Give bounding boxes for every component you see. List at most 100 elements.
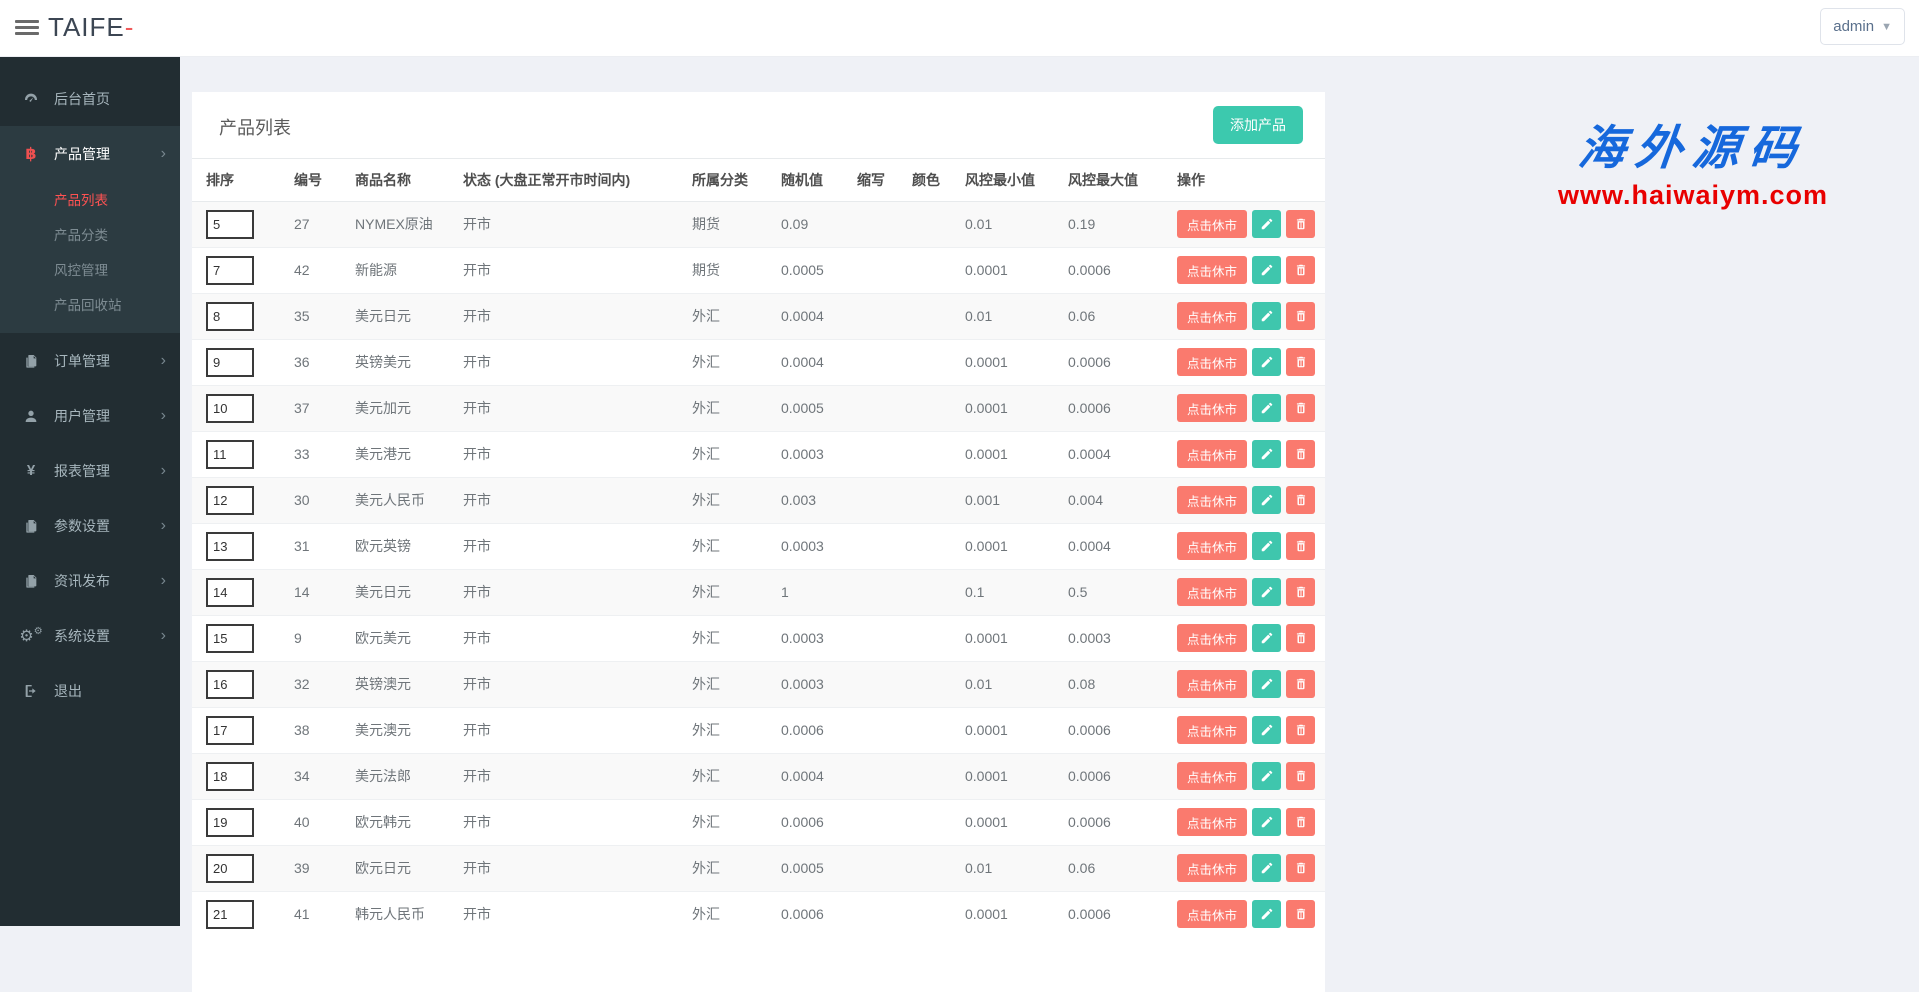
sidebar-item-2[interactable]: 订单管理› [0, 333, 180, 388]
edit-button[interactable] [1252, 762, 1281, 790]
chevron-down-icon: ▼ [1881, 21, 1892, 33]
sort-order-input[interactable] [206, 394, 254, 423]
delete-button[interactable] [1286, 578, 1315, 606]
close-market-button[interactable]: 点击休市 [1177, 486, 1247, 514]
edit-button[interactable] [1252, 624, 1281, 652]
sort-order-input[interactable] [206, 670, 254, 699]
close-market-button[interactable]: 点击休市 [1177, 302, 1247, 330]
close-market-button[interactable]: 点击休市 [1177, 900, 1247, 928]
delete-button[interactable] [1286, 348, 1315, 376]
delete-button[interactable] [1286, 808, 1315, 836]
edit-button[interactable] [1252, 210, 1281, 238]
category-text: 外汇 [692, 569, 781, 615]
sort-order-input[interactable] [206, 532, 254, 561]
sidebar-item-5[interactable]: 参数设置› [0, 498, 180, 553]
close-market-button[interactable]: 点击休市 [1177, 854, 1247, 882]
edit-button[interactable] [1252, 578, 1281, 606]
close-market-button[interactable]: 点击休市 [1177, 256, 1247, 284]
table-row: 31欧元英镑开市外汇0.00030.00010.0004点击休市 [192, 523, 1325, 569]
sort-order-input[interactable] [206, 348, 254, 377]
product-id: 36 [294, 339, 355, 385]
sort-order-input[interactable] [206, 302, 254, 331]
category-text: 外汇 [692, 661, 781, 707]
sidebar-subitem-1-0[interactable]: 产品列表 [0, 181, 180, 216]
hamburger-menu-icon[interactable] [15, 17, 39, 39]
edit-button[interactable] [1252, 486, 1281, 514]
sidebar-item-3[interactable]: 用户管理› [0, 388, 180, 443]
close-market-button[interactable]: 点击休市 [1177, 716, 1247, 744]
sidebar-item-8[interactable]: 退出 [0, 663, 180, 718]
close-market-button[interactable]: 点击休市 [1177, 762, 1247, 790]
sidebar-item-label: 资讯发布 [54, 571, 110, 591]
close-market-button[interactable]: 点击休市 [1177, 210, 1247, 238]
close-market-button[interactable]: 点击休市 [1177, 624, 1247, 652]
product-id: 37 [294, 385, 355, 431]
edit-button[interactable] [1252, 670, 1281, 698]
sidebar-item-6[interactable]: 资讯发布› [0, 553, 180, 608]
edit-button[interactable] [1252, 348, 1281, 376]
sort-order-input[interactable] [206, 716, 254, 745]
delete-button[interactable] [1286, 762, 1315, 790]
edit-button[interactable] [1252, 302, 1281, 330]
edit-button[interactable] [1252, 256, 1281, 284]
delete-button[interactable] [1286, 900, 1315, 928]
close-market-button[interactable]: 点击休市 [1177, 440, 1247, 468]
delete-button[interactable] [1286, 302, 1315, 330]
delete-button[interactable] [1286, 256, 1315, 284]
table-row: 42新能源开市期货0.00050.00010.0006点击休市 [192, 247, 1325, 293]
sort-order-input[interactable] [206, 210, 254, 239]
sidebar-item-7[interactable]: ⚙⚙系统设置› [0, 608, 180, 663]
sidebar-item-1[interactable]: ฿产品管理› [0, 126, 180, 181]
sort-order-input[interactable] [206, 762, 254, 791]
delete-button[interactable] [1286, 716, 1315, 744]
random-value: 0.0006 [781, 707, 857, 753]
close-market-button[interactable]: 点击休市 [1177, 394, 1247, 422]
product-id: 14 [294, 569, 355, 615]
close-market-button[interactable]: 点击休市 [1177, 348, 1247, 376]
add-product-button[interactable]: 添加产品 [1213, 106, 1303, 144]
delete-button[interactable] [1286, 854, 1315, 882]
sidebar-subitem-1-1[interactable]: 产品分类 [0, 216, 180, 251]
edit-button[interactable] [1252, 900, 1281, 928]
close-market-button[interactable]: 点击休市 [1177, 578, 1247, 606]
delete-button[interactable] [1286, 670, 1315, 698]
delete-button[interactable] [1286, 532, 1315, 560]
edit-button[interactable] [1252, 440, 1281, 468]
category-text: 外汇 [692, 753, 781, 799]
files-icon [20, 573, 42, 589]
close-market-button[interactable]: 点击休市 [1177, 670, 1247, 698]
delete-button[interactable] [1286, 440, 1315, 468]
sidebar-subitem-1-2[interactable]: 风控管理 [0, 251, 180, 286]
close-market-button[interactable]: 点击休市 [1177, 532, 1247, 560]
edit-button[interactable] [1252, 808, 1281, 836]
user-menu-button[interactable]: admin ▼ [1820, 8, 1905, 45]
edit-button[interactable] [1252, 716, 1281, 744]
abbr-text [857, 799, 912, 845]
delete-button[interactable] [1286, 624, 1315, 652]
delete-button[interactable] [1286, 394, 1315, 422]
sort-order-input[interactable] [206, 256, 254, 285]
edit-button[interactable] [1252, 854, 1281, 882]
edit-button[interactable] [1252, 532, 1281, 560]
edit-button[interactable] [1252, 394, 1281, 422]
sidebar-item-4[interactable]: ¥报表管理› [0, 443, 180, 498]
sidebar-subitem-1-3[interactable]: 产品回收站 [0, 286, 180, 321]
sort-order-input[interactable] [206, 854, 254, 883]
delete-button[interactable] [1286, 486, 1315, 514]
sidebar-item-0[interactable]: 后台首页 [0, 71, 180, 126]
trash-icon [1294, 355, 1308, 369]
sort-order-input[interactable] [206, 440, 254, 469]
delete-button[interactable] [1286, 210, 1315, 238]
category-text: 外汇 [692, 891, 781, 937]
abbr-text [857, 477, 912, 523]
color-text [912, 799, 965, 845]
close-market-button[interactable]: 点击休市 [1177, 808, 1247, 836]
color-text [912, 339, 965, 385]
sort-order-input[interactable] [206, 578, 254, 607]
risk-min-value: 0.0001 [965, 431, 1068, 477]
sort-order-input[interactable] [206, 624, 254, 653]
watermark: 海外源码 www.haiwaiym.com [1533, 109, 1853, 211]
sort-order-input[interactable] [206, 808, 254, 837]
sort-order-input[interactable] [206, 900, 254, 929]
sort-order-input[interactable] [206, 486, 254, 515]
